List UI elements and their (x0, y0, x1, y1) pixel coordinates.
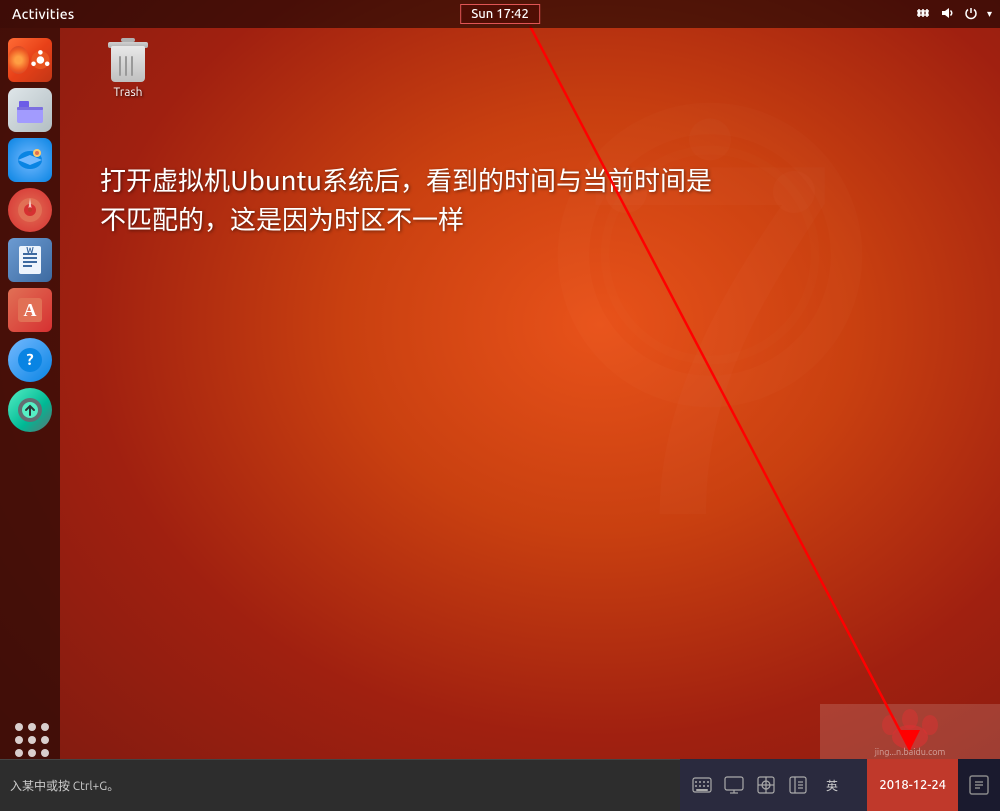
sidebar-item-files[interactable] (8, 88, 52, 132)
display-icon-btn[interactable] (720, 771, 748, 799)
ubuntu-watermark: 7 (500, 60, 920, 660)
trash-desktop-icon[interactable]: Trash (108, 38, 148, 99)
topbar: Activities Sun 17:42 (0, 0, 1000, 28)
chevron-down-icon[interactable]: ▾ (987, 8, 992, 20)
keyboard-icon-btn[interactable] (688, 771, 716, 799)
sidebar-item-font[interactable]: A (8, 288, 52, 332)
baidu-watermark: jing...n.baidu.com (820, 704, 1000, 759)
lang-text: 英 (826, 777, 838, 794)
sidebar-item-writer[interactable]: W (8, 238, 52, 282)
trash-can-image (108, 38, 148, 82)
topbar-right-icons: ▾ (915, 5, 992, 24)
lang-indicator[interactable]: 英 (816, 759, 848, 811)
power-icon[interactable] (963, 5, 979, 24)
sidebar-item-ubuntu[interactable] (8, 38, 52, 82)
bottom-panel: 英 2018-12-24 (680, 759, 1000, 811)
sidebar-item-updater[interactable] (8, 388, 52, 432)
trash-label: Trash (113, 86, 142, 99)
network-icon[interactable] (915, 5, 931, 24)
svg-text:jing...n.baidu.com: jing...n.baidu.com (874, 747, 946, 757)
bottom-icons-area: 英 (680, 759, 867, 811)
sidebar-item-thunderbird[interactable] (8, 138, 52, 182)
svg-text:W: W (26, 246, 34, 255)
show-apps-button[interactable] (10, 718, 50, 758)
volume-icon[interactable] (939, 5, 955, 24)
clock-container[interactable]: Sun 17:42 (460, 4, 540, 24)
svg-text:?: ? (26, 351, 33, 369)
bottom-rightmost-btn[interactable] (958, 759, 1000, 811)
desktop: 7 Activities Sun 17:42 (0, 0, 1000, 811)
annotation-container: 打开虚拟机Ubuntu系统后，看到的时间与当前时间是不匹配的，这是因为时区不一样 (100, 160, 712, 238)
activities-button[interactable]: Activities (8, 6, 79, 22)
network-icon-btn[interactable] (752, 771, 780, 799)
clock-text: Sun 17:42 (471, 7, 529, 21)
date-text: 2018-12-24 (879, 778, 946, 792)
annotation-text: 打开虚拟机Ubuntu系统后，看到的时间与当前时间是不匹配的，这是因为时区不一样 (100, 160, 712, 238)
date-display[interactable]: 2018-12-24 (867, 759, 958, 811)
sidebar-dock: W A ? (0, 28, 60, 778)
sidebar-item-help[interactable]: ? (8, 338, 52, 382)
svg-text:A: A (24, 300, 37, 320)
clock-display[interactable]: Sun 17:42 (460, 4, 540, 24)
sidebar-item-rhythmbox[interactable] (8, 188, 52, 232)
sidebar-toggle-btn[interactable] (784, 771, 812, 799)
bottombar: 入某中或按 Ctrl+G。 (0, 759, 1000, 811)
